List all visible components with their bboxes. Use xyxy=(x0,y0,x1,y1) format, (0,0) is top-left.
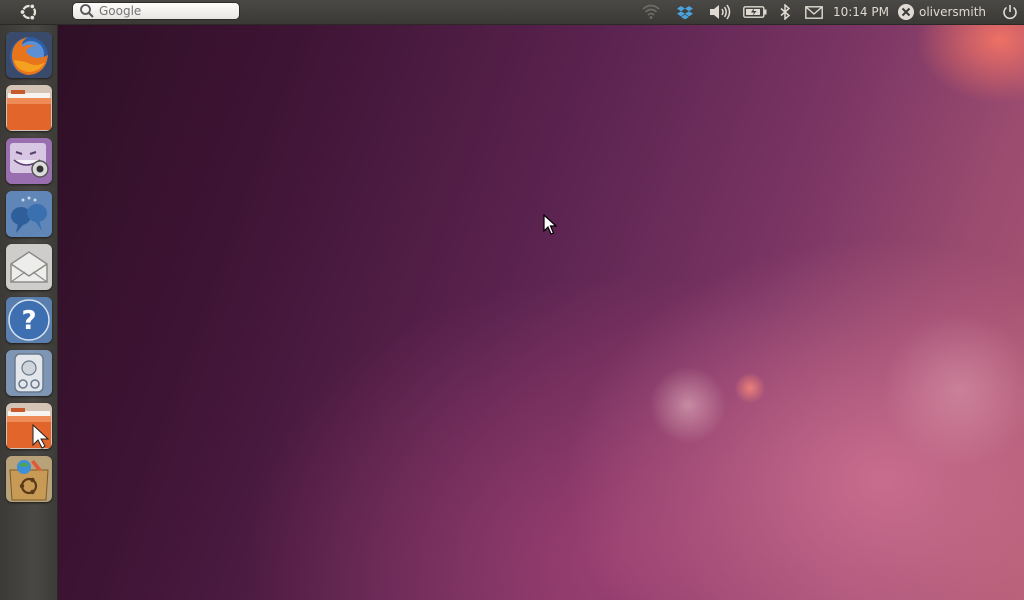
launcher-item-help[interactable]: ? xyxy=(6,297,52,343)
clock-label: 10:14 PM xyxy=(832,5,889,19)
search-bar[interactable] xyxy=(72,2,240,20)
desktop-wallpaper[interactable] xyxy=(0,0,1024,600)
ubuntu-logo-icon xyxy=(19,3,37,21)
clock-indicator[interactable]: 10:14 PM xyxy=(829,0,897,24)
bluetooth-icon xyxy=(780,4,791,20)
desktop-screen: 10:14 PM oliversmith xyxy=(0,0,1024,600)
ubuntu-logo-button[interactable] xyxy=(0,0,58,24)
session-indicator[interactable] xyxy=(996,0,1024,24)
volume-icon xyxy=(709,4,731,20)
software-center-icon xyxy=(6,456,52,502)
battery-icon xyxy=(743,6,767,18)
power-icon xyxy=(1003,5,1017,20)
envelope-icon xyxy=(805,5,823,19)
user-indicator[interactable]: oliversmith xyxy=(897,0,996,24)
folder-pointer-icon xyxy=(6,403,52,449)
launcher-item-firefox[interactable] xyxy=(6,32,52,78)
webcam-icon xyxy=(6,138,52,184)
indicator-area: 10:14 PM oliversmith xyxy=(633,0,1024,24)
user-status-icon xyxy=(897,4,914,20)
wifi-icon xyxy=(642,4,660,19)
launcher-item-home-folder[interactable] xyxy=(6,85,52,131)
svg-text:?: ? xyxy=(21,306,36,336)
launcher: ? xyxy=(0,25,58,600)
launcher-item-mail[interactable] xyxy=(6,244,52,290)
launcher-item-disk-utility[interactable] xyxy=(6,350,52,396)
network-indicator[interactable] xyxy=(633,0,669,24)
bluetooth-indicator[interactable] xyxy=(771,0,799,24)
launcher-item-empathy[interactable] xyxy=(6,191,52,237)
dropbox-indicator[interactable] xyxy=(669,0,701,24)
firefox-icon xyxy=(6,32,52,78)
mail-icon xyxy=(6,244,52,290)
launcher-item-software-center[interactable] xyxy=(6,456,52,502)
user-name-label: oliversmith xyxy=(918,5,986,19)
launcher-item-file-browser[interactable] xyxy=(6,403,52,449)
chat-icon xyxy=(6,191,52,237)
search-input[interactable] xyxy=(99,4,239,18)
dropbox-icon xyxy=(676,5,693,19)
battery-indicator[interactable] xyxy=(739,0,771,24)
folder-icon xyxy=(6,85,52,131)
sound-indicator[interactable] xyxy=(701,0,739,24)
search-icon xyxy=(80,4,94,18)
harddisk-icon xyxy=(6,350,52,396)
mouse-pointer-icon xyxy=(543,214,557,235)
launcher-item-cheese[interactable] xyxy=(6,138,52,184)
messages-indicator[interactable] xyxy=(799,0,829,24)
help-icon: ? xyxy=(6,297,52,343)
top-panel: 10:14 PM oliversmith xyxy=(0,0,1024,25)
